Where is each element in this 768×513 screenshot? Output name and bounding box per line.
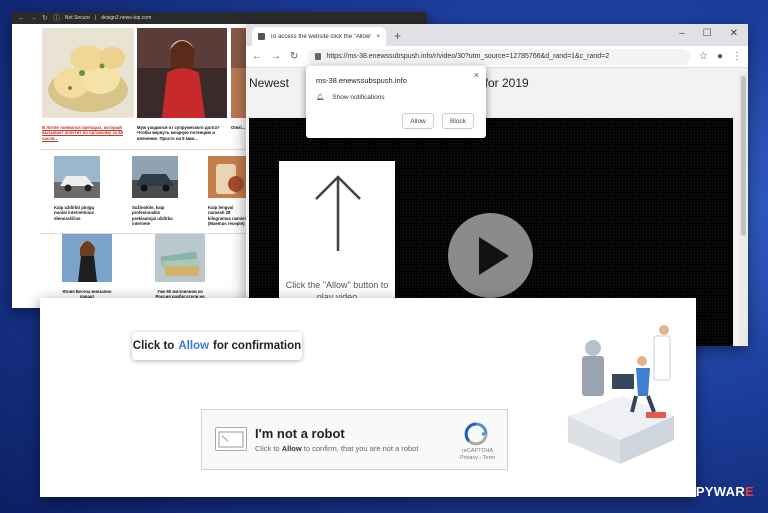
insecure-label: Not Secure xyxy=(64,15,90,21)
block-button[interactable]: Block xyxy=(442,113,474,129)
news-caption[interactable]: Sužinokite, kaip profesionalūs prekiauto… xyxy=(132,205,178,226)
star-icon[interactable]: ☆ xyxy=(699,51,708,62)
recaptcha-links[interactable]: Privacy - Term xyxy=(460,455,495,462)
browser-toolbar: ← → ↻ https://ms-38.enewssubspush.info/r… xyxy=(246,46,748,68)
confirm-suffix: for confirmation xyxy=(213,340,302,352)
allow-confirmation-banner: Click to Allow for confirmation xyxy=(132,332,302,360)
bell-icon: 🔔︎ xyxy=(316,94,325,101)
recaptcha-labels: reCAPTCHA Privacy - Term xyxy=(460,448,495,462)
address-url: https://ms-38.enewssubspush.info/r/video… xyxy=(326,53,610,60)
confirm-highlight: Allow xyxy=(178,340,210,352)
url-separator: | xyxy=(94,15,97,21)
news-tile[interactable]: Kaip lengvai numesti 28 kilogramus namie… xyxy=(208,156,246,226)
captcha-subtitle: Click to Allow to confirm, that you are … xyxy=(255,444,418,453)
confirm-prefix: Click to xyxy=(132,340,175,352)
page-icon xyxy=(258,33,265,40)
lock-icon xyxy=(315,53,322,60)
prompt-message: Show notifications xyxy=(332,93,385,101)
reload-icon[interactable]: ↻ xyxy=(42,15,48,22)
minimize-icon[interactable]: – xyxy=(679,28,685,39)
fake-recaptcha[interactable]: I'm not a robot Click to Allow to confir… xyxy=(201,409,508,470)
tab-title: To access the website click the "Allow" xyxy=(270,33,372,40)
news-tile[interactable]: Sužinokite, kaip profesionalūs prekiauto… xyxy=(132,156,178,226)
woman-image xyxy=(137,28,227,118)
watermark-logo: 2SPYWARE xyxy=(679,484,754,499)
maximize-icon[interactable]: ☐ xyxy=(703,28,712,39)
reload-icon[interactable]: ↻ xyxy=(290,51,298,62)
captcha-window: Click to Allow for confirmation I'm not … xyxy=(40,298,696,497)
car-image xyxy=(54,156,100,198)
money-image xyxy=(155,234,205,282)
captcha-sub-prefix: Click to xyxy=(255,444,280,453)
watermark-e: E xyxy=(745,484,754,499)
recaptcha-label: reCAPTCHA xyxy=(461,448,494,454)
scrollbar[interactable] xyxy=(739,72,748,346)
tab-strip: To access the website click the "Allow" … xyxy=(246,24,748,46)
captcha-sub-bold: Allow xyxy=(281,444,302,453)
news-caption[interactable]: Kaip uždirbti pinigų nuolat internetiniu… xyxy=(54,205,100,221)
prompt-close-icon[interactable]: × xyxy=(474,70,479,80)
car-image xyxy=(132,156,178,198)
notification-permission-prompt: ms-38.enewssubspush.info × 🔔︎ Show notif… xyxy=(306,66,486,138)
play-icon xyxy=(479,237,509,275)
page-headline: Newest xyxy=(249,76,290,90)
arrow-up-icon xyxy=(315,175,361,251)
scrollbar-thumb[interactable] xyxy=(741,76,746,236)
captcha-title: I'm not a robot xyxy=(255,426,345,441)
menu-icon[interactable]: ⋮ xyxy=(732,51,742,62)
new-tab-button[interactable]: + xyxy=(394,29,401,43)
news-tile[interactable]: Уже 80 миллионов из Россия разбогатели н… xyxy=(155,234,205,305)
address-bar[interactable]: https://ms-38.enewssubspush.info/r/video… xyxy=(307,48,690,65)
prompt-site: ms-38.enewssubspush.info xyxy=(316,76,407,85)
news-tile[interactable]: В Литве появился препарат, который вызыв… xyxy=(42,28,134,141)
captcha-checkbox[interactable] xyxy=(215,427,247,451)
tab-close-icon[interactable]: × xyxy=(376,34,380,40)
news-caption[interactable]: В Литве появился препарат, который вызыв… xyxy=(42,125,134,141)
food-image xyxy=(208,156,246,198)
news-caption[interactable]: Kaip lengvai numesti 28 kilogramus namie… xyxy=(208,205,246,226)
watermark-spy: SPYWAR xyxy=(686,484,746,499)
recaptcha-logo-icon xyxy=(464,422,488,446)
forward-icon[interactable]: → xyxy=(271,51,281,62)
active-tab[interactable]: To access the website click the "Allow" … xyxy=(252,27,386,46)
info-icon: ⓘ xyxy=(52,14,60,22)
news-tile[interactable]: Юлия Бегеча внезапно парад! xyxy=(62,234,112,300)
close-window-icon[interactable]: ✕ xyxy=(730,28,738,39)
allow-button[interactable]: Allow xyxy=(402,113,434,129)
watermark-num: 2 xyxy=(679,484,687,499)
news-tile[interactable]: Муж уходился от супружеского долга? Чтоб… xyxy=(137,28,227,141)
dumplings-image xyxy=(42,28,134,118)
divider xyxy=(40,149,248,150)
prompt-message-row: 🔔︎ Show notifications xyxy=(316,93,385,102)
profile-icon[interactable]: ● xyxy=(717,51,723,62)
captcha-sub-suffix: to confirm, that you are not a robot xyxy=(303,444,419,453)
office-illustration xyxy=(568,325,674,464)
woman-image xyxy=(62,234,112,282)
play-button[interactable] xyxy=(448,213,533,298)
back-icon[interactable]: ← xyxy=(18,15,25,22)
back-icon[interactable]: ← xyxy=(252,51,262,62)
news-caption[interactable]: Муж уходился от супружеского долга? Чтоб… xyxy=(137,125,227,141)
browser-address-bar: ← → ↻ ⓘ Not Secure | design2.news-top.co… xyxy=(12,12,427,24)
news-tile[interactable]: Kaip uždirbti pinigų nuolat internetiniu… xyxy=(54,156,100,221)
site-url[interactable]: design2.news-top.com xyxy=(101,15,151,21)
window-controls: – ☐ ✕ xyxy=(679,28,738,39)
cursor-window-icon xyxy=(218,431,244,448)
forward-icon[interactable]: → xyxy=(30,15,37,22)
